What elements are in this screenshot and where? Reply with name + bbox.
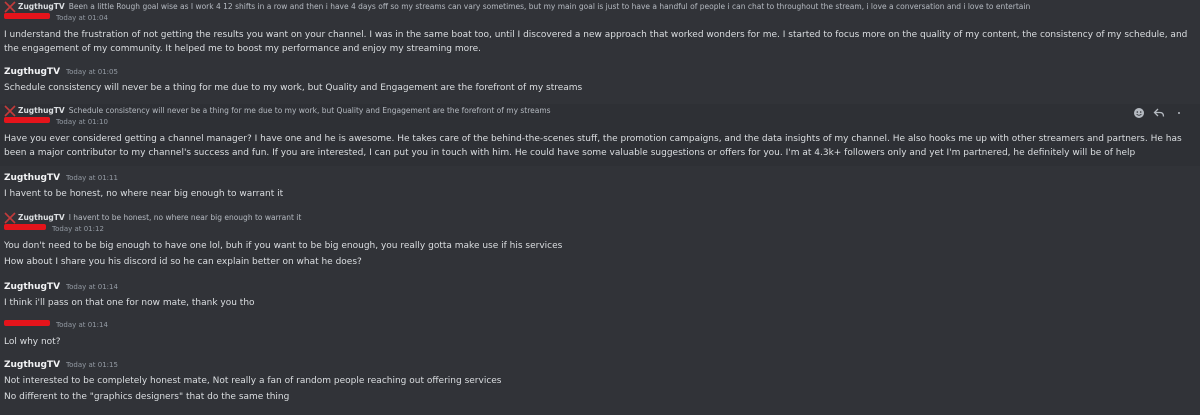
reply-icon[interactable] bbox=[1152, 106, 1166, 120]
message-content: Have you ever considered getting a chann… bbox=[4, 134, 1182, 158]
message-header: Today at 01:14 bbox=[0, 320, 1200, 336]
message-content: How about I share you his discord id so … bbox=[4, 256, 362, 267]
message-header: ZugthugTV Today at 01:05 bbox=[0, 66, 1200, 82]
reply-preview[interactable]: I havent to be honest, no where near big… bbox=[69, 212, 302, 223]
reply-reference[interactable]: ZugthugTV Been a little Rough goal wise … bbox=[0, 0, 1200, 13]
message: ZugthugTV Today at 01:15 Not interested … bbox=[0, 359, 1200, 404]
message: ZugthugTV Today at 01:11 I havent to be … bbox=[0, 172, 1200, 202]
more-icon[interactable] bbox=[1172, 106, 1186, 120]
reply-avatar-icon bbox=[4, 104, 16, 117]
message-content: I think i'll pass on that one for now ma… bbox=[4, 298, 255, 308]
message-content: Schedule consistency will never be a thi… bbox=[4, 83, 583, 93]
redacted-username[interactable] bbox=[4, 224, 46, 230]
timestamp[interactable]: Today at 01:14 bbox=[66, 282, 118, 293]
message-header: Today at 01:04 bbox=[0, 13, 1200, 29]
message: ZugthugTV Today at 01:05 Schedule consis… bbox=[0, 66, 1200, 96]
timestamp[interactable]: Today at 01:12 bbox=[52, 224, 104, 235]
redacted-username[interactable] bbox=[4, 320, 50, 326]
message: Today at 01:14 Lol why not? bbox=[0, 320, 1200, 350]
username[interactable]: ZugthugTV bbox=[4, 66, 60, 80]
message-toolbar bbox=[1132, 106, 1186, 120]
redacted-username[interactable] bbox=[4, 117, 50, 123]
message-content: Not interested to be completely honest m… bbox=[4, 376, 502, 386]
reply-avatar-icon bbox=[4, 0, 16, 13]
message-content: No different to the "graphics designers"… bbox=[4, 391, 290, 402]
timestamp[interactable]: Today at 01:14 bbox=[56, 320, 108, 331]
message-header: ZugthugTV Today at 01:14 bbox=[0, 281, 1200, 297]
message-content: I understand the frustration of not gett… bbox=[4, 30, 1188, 54]
reply-author[interactable]: ZugthugTV bbox=[18, 212, 65, 223]
timestamp[interactable]: Today at 01:05 bbox=[66, 67, 118, 78]
message: ZugthugTV Been a little Rough goal wise … bbox=[0, 0, 1200, 56]
reply-reference[interactable]: ZugthugTV I havent to be honest, no wher… bbox=[0, 211, 1200, 224]
reply-preview[interactable]: Been a little Rough goal wise as I work … bbox=[69, 1, 1031, 12]
reply-author[interactable]: ZugthugTV bbox=[18, 105, 65, 116]
message-header: Today at 01:10 bbox=[0, 117, 1200, 133]
reply-preview[interactable]: Schedule consistency will never be a thi… bbox=[69, 105, 551, 116]
message-header: Today at 01:12 bbox=[0, 224, 1200, 240]
message: ZugthugTV Today at 01:14 I think i'll pa… bbox=[0, 281, 1200, 311]
reply-author[interactable]: ZugthugTV bbox=[18, 1, 65, 12]
timestamp[interactable]: Today at 01:11 bbox=[66, 173, 118, 184]
add-reaction-icon[interactable] bbox=[1132, 106, 1146, 120]
timestamp[interactable]: Today at 01:10 bbox=[56, 117, 108, 128]
username[interactable]: ZugthugTV bbox=[4, 359, 60, 373]
timestamp[interactable]: Today at 01:15 bbox=[66, 360, 118, 371]
message-header: ZugthugTV Today at 01:11 bbox=[0, 172, 1200, 188]
reply-avatar-icon bbox=[4, 211, 16, 224]
message-header: ZugthugTV Today at 01:15 bbox=[0, 359, 1200, 375]
message-content: You don't need to be big enough to have … bbox=[4, 241, 563, 251]
message-content: Lol why not? bbox=[4, 337, 61, 347]
reply-reference[interactable]: ZugthugTV Schedule consistency will neve… bbox=[0, 104, 1200, 117]
username[interactable]: ZugthugTV bbox=[4, 172, 60, 186]
username[interactable]: ZugthugTV bbox=[4, 281, 60, 295]
redacted-username[interactable] bbox=[4, 13, 50, 19]
message: ZugthugTV I havent to be honest, no wher… bbox=[0, 211, 1200, 269]
message-content: I havent to be honest, no where near big… bbox=[4, 189, 284, 199]
timestamp[interactable]: Today at 01:04 bbox=[56, 13, 108, 24]
message-hovered: ZugthugTV Schedule consistency will neve… bbox=[0, 104, 1200, 166]
